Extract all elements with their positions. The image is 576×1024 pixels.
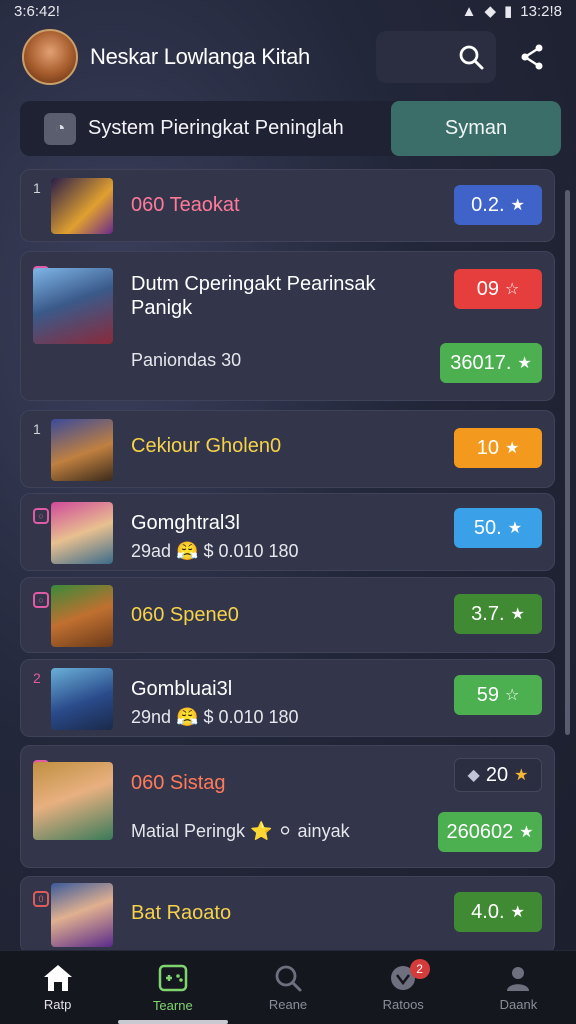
user-icon <box>507 967 530 991</box>
score-badge-total: 260602 ★ <box>438 812 542 852</box>
wifi-icon: ◆ <box>484 3 497 20</box>
scrollbar[interactable] <box>565 190 570 735</box>
score-badge-total: 36017. ★ <box>440 343 542 383</box>
list-item[interactable]: 1 060 Teaokat 0.2. ★ <box>20 169 555 242</box>
item-name: Dutm Cperingakt Pearinsak Panigk <box>131 273 376 319</box>
status-time-right: 13:2!8 <box>520 2 562 20</box>
item-subtitle: Paniondas 30 <box>131 350 242 370</box>
character-thumbnail <box>33 268 113 344</box>
score-badge: 3.7. ★ <box>454 594 542 634</box>
item-subtitle: 29nd 😤 $ 0.010 180 <box>131 707 299 727</box>
share-icon <box>521 44 543 70</box>
nav-item-games[interactable]: Tearne <box>115 951 230 1024</box>
score-badge: ◆ 20 ★ <box>454 758 542 792</box>
status-bar: 3:6:42! ▲ ◆ ▮ 13:2!8 <box>0 0 576 22</box>
nav-label: Ratp <box>43 997 72 1012</box>
nav-label: Tearne <box>152 998 193 1013</box>
sync-button[interactable]: Syman <box>391 101 561 156</box>
system-bar: ◔ System Pieringkat Peninglah Syman <box>20 101 561 156</box>
app-header: Neskar Lowlanga Kitah <box>0 22 576 92</box>
star-icon: ★ <box>507 520 523 537</box>
rank-number: 1 <box>33 180 41 196</box>
item-name: 060 Teaokat <box>131 194 240 216</box>
nav-label: Reane <box>268 997 308 1012</box>
rank-number: 1 <box>33 421 41 437</box>
star-icon: ★ <box>510 606 525 623</box>
score-badge: 09 ☆ <box>454 269 542 309</box>
search-button[interactable] <box>376 31 496 83</box>
rank-badge: ○ <box>33 592 49 608</box>
star-icon: ★ <box>514 767 529 784</box>
nav-item-rewards[interactable]: 2 Ratoos <box>346 951 461 1024</box>
score-badge: 10 ★ <box>454 428 542 468</box>
item-name: Gomghtral3l <box>131 512 240 534</box>
item-name: Bat Raoato <box>131 902 232 924</box>
item-name: Gombluai3l <box>131 678 233 700</box>
character-thumbnail <box>51 883 113 947</box>
nav-item-home[interactable]: Ratp <box>0 951 115 1024</box>
search-icon <box>275 965 302 992</box>
item-name: 060 Spene0 <box>131 604 239 626</box>
home-icon <box>43 965 72 991</box>
star-icon: ★ <box>519 824 534 841</box>
share-button[interactable] <box>510 35 554 79</box>
search-icon <box>459 45 484 70</box>
list-item[interactable]: ◻ Dutm Cperingakt Pearinsak Panigk Panio… <box>20 251 555 401</box>
list-item[interactable]: ○ 060 Spene0 3.7. ★ <box>20 577 555 653</box>
item-name: 060 Sistag <box>131 772 226 794</box>
score-badge: 59 ☆ <box>454 675 542 715</box>
score-badge: 50. ★ <box>454 508 542 548</box>
nav-label: Ratoos <box>382 997 424 1012</box>
rank-badge: 0 <box>33 891 49 907</box>
game-thumbnail <box>51 178 113 234</box>
gauge-icon: ◔ <box>44 112 76 145</box>
character-thumbnail <box>51 585 113 647</box>
star-icon: ★ <box>517 355 532 372</box>
page-title: Neskar Lowlanga Kitah <box>90 44 310 69</box>
notification-badge: 2 <box>409 959 430 979</box>
list-item[interactable]: 0 Bat Raoato 4.0. ★ <box>20 876 555 954</box>
star-icon: ★ <box>510 904 525 921</box>
list-item[interactable]: ○ Gomghtral3l 29ad 😤 $ 0.010 180 50. ★ <box>20 493 555 571</box>
bottom-nav: Ratp Tearne Reane 2 Ratoos Daank <box>0 950 576 1024</box>
avatar[interactable] <box>22 29 78 85</box>
item-subtitle: Matial Peringk ⭐ ⚪ ainyak <box>131 821 350 841</box>
rank-badge: ○ <box>33 508 49 524</box>
score-badge: 4.0. ★ <box>454 892 542 932</box>
gamepad-icon <box>158 964 188 992</box>
star-outline-icon: ☆ <box>504 687 520 704</box>
diamond-icon: ◆ <box>467 767 480 784</box>
score-badge: 0.2. ★ <box>454 185 542 225</box>
character-thumbnail <box>33 762 113 840</box>
star-icon: ★ <box>504 440 520 457</box>
character-thumbnail <box>51 419 113 481</box>
battery-icon: ▮ <box>504 3 513 20</box>
signal-icon: ▲ <box>461 2 477 20</box>
star-outline-icon: ☆ <box>504 281 520 298</box>
star-icon: ★ <box>510 197 525 214</box>
list-item[interactable]: ◻ 060 Sistag Matial Peringk ⭐ ⚪ ainyak ◆… <box>20 745 555 868</box>
home-indicator <box>118 1020 228 1024</box>
nav-item-search[interactable]: Reane <box>230 951 345 1024</box>
nav-label: Daank <box>499 997 538 1012</box>
character-thumbnail <box>51 502 113 564</box>
item-subtitle: 29ad 😤 $ 0.010 180 <box>131 541 299 561</box>
nav-item-profile[interactable]: Daank <box>461 951 576 1024</box>
list-item[interactable]: 1 Cekiour Gholen0 10 ★ <box>20 410 555 488</box>
system-label: System Pieringkat Peninglah <box>88 117 344 139</box>
item-name: Cekiour Gholen0 <box>131 435 282 457</box>
character-thumbnail <box>51 668 113 730</box>
rank-number: 2 <box>33 670 41 686</box>
status-time-left: 3:6:42! <box>14 2 60 20</box>
list-item[interactable]: 2 Gombluai3l 29nd 😤 $ 0.010 180 59 ☆ <box>20 659 555 737</box>
